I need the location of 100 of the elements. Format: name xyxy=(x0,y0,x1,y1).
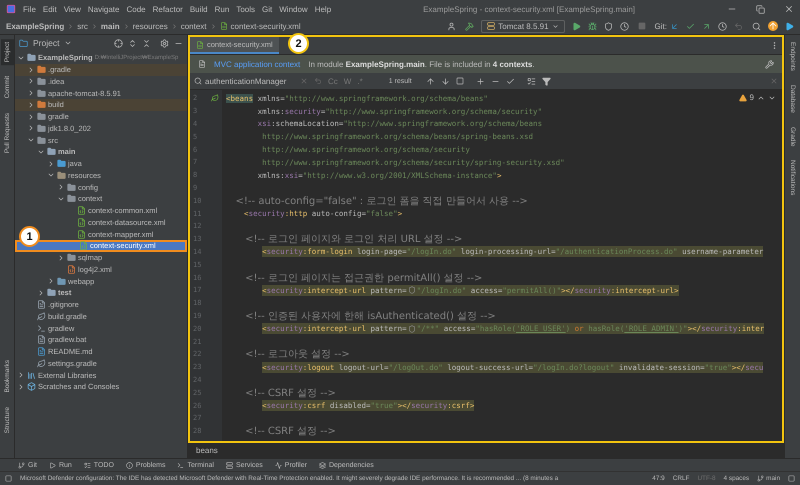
menu-item[interactable]: Run xyxy=(214,4,230,14)
update-available-icon[interactable] xyxy=(768,21,778,31)
user-icon[interactable] xyxy=(447,22,456,30)
folder-icon xyxy=(57,159,66,168)
search-icon xyxy=(194,77,202,85)
run-icon[interactable] xyxy=(572,22,581,30)
activity-icon xyxy=(274,462,282,468)
folder-icon xyxy=(37,65,46,74)
search-field[interactable]: authenticationManager xyxy=(194,76,294,86)
folder-icon xyxy=(37,112,46,122)
menu-item[interactable]: Navigate xyxy=(88,4,120,14)
breadcrumb-item[interactable]: main xyxy=(100,22,120,30)
folder-icon xyxy=(67,194,76,204)
menu-item[interactable]: Refactor xyxy=(152,4,183,14)
plugin-icon[interactable] xyxy=(785,22,794,30)
expand-all-icon[interactable] xyxy=(128,38,137,48)
server-icon xyxy=(226,462,233,468)
maximize-icon[interactable] xyxy=(756,4,765,14)
menu-item[interactable]: View xyxy=(64,4,81,14)
server-icon xyxy=(487,22,496,30)
list-icon xyxy=(84,462,91,468)
separator-icon xyxy=(67,22,74,30)
folder-icon xyxy=(67,182,76,192)
menu-item[interactable]: Tools xyxy=(236,4,255,14)
wrench-icon[interactable] xyxy=(765,60,774,68)
breadcrumb-item[interactable]: context xyxy=(180,22,207,30)
dropdown-icon[interactable] xyxy=(64,39,72,47)
menu-item[interactable]: File xyxy=(23,4,36,14)
separator-icon xyxy=(210,22,217,30)
code-comment: <!-- 로그인 페이지는 접근권한 permitAll() 설정 --> xyxy=(244,272,482,285)
menu-item[interactable]: Git xyxy=(262,4,272,14)
menu-item[interactable]: Window xyxy=(279,4,308,14)
play-icon xyxy=(48,462,56,468)
breadcrumb-item[interactable]: context-security.xml xyxy=(230,22,301,30)
profile-icon[interactable] xyxy=(620,22,629,30)
add-caret-icon[interactable] xyxy=(476,76,485,86)
code-comment: <!-- auto-config="false" : 로그인 폼을 직접 만들어서 사용 --> xyxy=(234,194,528,208)
module-folder-icon xyxy=(27,53,36,62)
close-icon[interactable] xyxy=(784,4,794,14)
warning-count[interactable]: 9 xyxy=(750,93,754,102)
context-link[interactable]: MVC application context xyxy=(214,60,300,68)
coverage-icon[interactable] xyxy=(604,22,613,30)
locate-icon[interactable] xyxy=(114,38,123,48)
gradle-file-icon xyxy=(37,358,46,368)
menu-item[interactable]: Edit xyxy=(42,4,57,14)
folder-icon xyxy=(37,88,46,98)
gradle-file-icon xyxy=(37,312,46,321)
branch-icon xyxy=(18,462,25,468)
filter-icon[interactable] xyxy=(542,76,551,86)
xml-file-icon xyxy=(220,22,228,30)
module-folder-icon xyxy=(47,288,56,298)
build-icon[interactable] xyxy=(465,22,474,30)
callout-badge: 1 xyxy=(19,226,40,247)
chevron-icon[interactable] xyxy=(57,254,65,262)
folder-icon xyxy=(37,100,46,110)
info-text: In module ExampleSpring.main. File is included in 4 contexts. xyxy=(308,60,535,68)
xml-file-icon xyxy=(67,264,76,274)
settings-icon[interactable] xyxy=(160,38,169,48)
folder-icon xyxy=(57,170,66,180)
options-icon[interactable] xyxy=(526,76,536,86)
info-icon xyxy=(126,462,133,468)
separator-icon xyxy=(170,22,178,30)
folder-icon xyxy=(37,136,46,145)
collapse-all-icon[interactable] xyxy=(142,38,151,48)
folder-icon xyxy=(57,276,66,286)
breadcrumb-item[interactable]: src xyxy=(77,22,88,30)
update-icon[interactable] xyxy=(670,22,679,30)
bean-icon[interactable] xyxy=(211,94,219,102)
structure-breadcrumb[interactable]: beans xyxy=(196,446,218,455)
caret-icon xyxy=(552,22,559,30)
markdown-file-icon xyxy=(37,347,46,356)
app-logo-icon xyxy=(6,4,16,14)
code-comment: <!-- CSRF 설정 --> xyxy=(244,386,336,400)
history-icon[interactable] xyxy=(718,22,727,30)
next-icon[interactable] xyxy=(440,76,450,86)
warning-icon[interactable] xyxy=(738,94,747,102)
context-icon xyxy=(198,60,206,68)
previous-icon[interactable] xyxy=(426,76,435,86)
scratches-icon xyxy=(27,382,36,392)
panel-title[interactable]: Project xyxy=(33,38,60,48)
select-occurrences-icon[interactable] xyxy=(506,76,515,86)
commit-icon[interactable] xyxy=(686,22,695,30)
folder-icon xyxy=(19,38,28,48)
menu-item[interactable]: Code xyxy=(126,4,146,14)
search-icon[interactable] xyxy=(752,22,761,30)
push-icon[interactable] xyxy=(702,22,711,30)
menu-item[interactable]: Build xyxy=(190,4,208,14)
breadcrumb-item[interactable]: ExampleSpring xyxy=(6,22,64,30)
terminal-icon xyxy=(177,462,184,468)
shield-icon xyxy=(408,324,416,333)
breadcrumb-item[interactable]: resources xyxy=(132,22,168,30)
xml-file-icon xyxy=(77,230,86,239)
folder-icon xyxy=(37,124,46,133)
separator-icon xyxy=(122,22,130,30)
xml-file-icon xyxy=(77,218,86,227)
script-file-icon xyxy=(37,324,46,333)
debug-icon[interactable] xyxy=(588,22,597,30)
code-comment: <!-- CSRF 설정 --> xyxy=(244,425,336,438)
menu-item[interactable]: Help xyxy=(314,4,332,14)
run-config-select[interactable]: Tomcat 8.5.91 xyxy=(481,20,565,32)
